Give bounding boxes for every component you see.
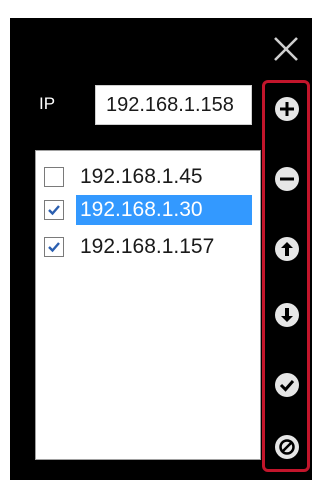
- toolbar: [262, 80, 310, 472]
- ip-list[interactable]: 192.168.1.45 192.168.1.30 192.168.1.157: [35, 150, 261, 460]
- checkbox[interactable]: [44, 237, 64, 257]
- ip-label: IP: [39, 94, 56, 113]
- list-item-label: 192.168.1.157: [80, 235, 215, 258]
- list-item[interactable]: 192.168.1.45: [44, 161, 207, 193]
- remove-icon[interactable]: [275, 167, 299, 191]
- cancel-icon[interactable]: [275, 435, 299, 459]
- checkbox[interactable]: [44, 200, 64, 220]
- list-item-label: 192.168.1.30: [76, 195, 252, 225]
- close-icon[interactable]: [270, 33, 302, 65]
- ip-input[interactable]: [95, 85, 252, 125]
- move-down-icon[interactable]: [275, 303, 299, 327]
- confirm-icon[interactable]: [275, 373, 299, 397]
- add-icon[interactable]: [275, 97, 299, 121]
- list-item[interactable]: 192.168.1.157: [44, 231, 218, 263]
- list-item[interactable]: 192.168.1.30: [44, 194, 252, 226]
- list-item-label: 192.168.1.45: [80, 165, 203, 188]
- checkbox[interactable]: [44, 167, 64, 187]
- move-up-icon[interactable]: [275, 237, 299, 261]
